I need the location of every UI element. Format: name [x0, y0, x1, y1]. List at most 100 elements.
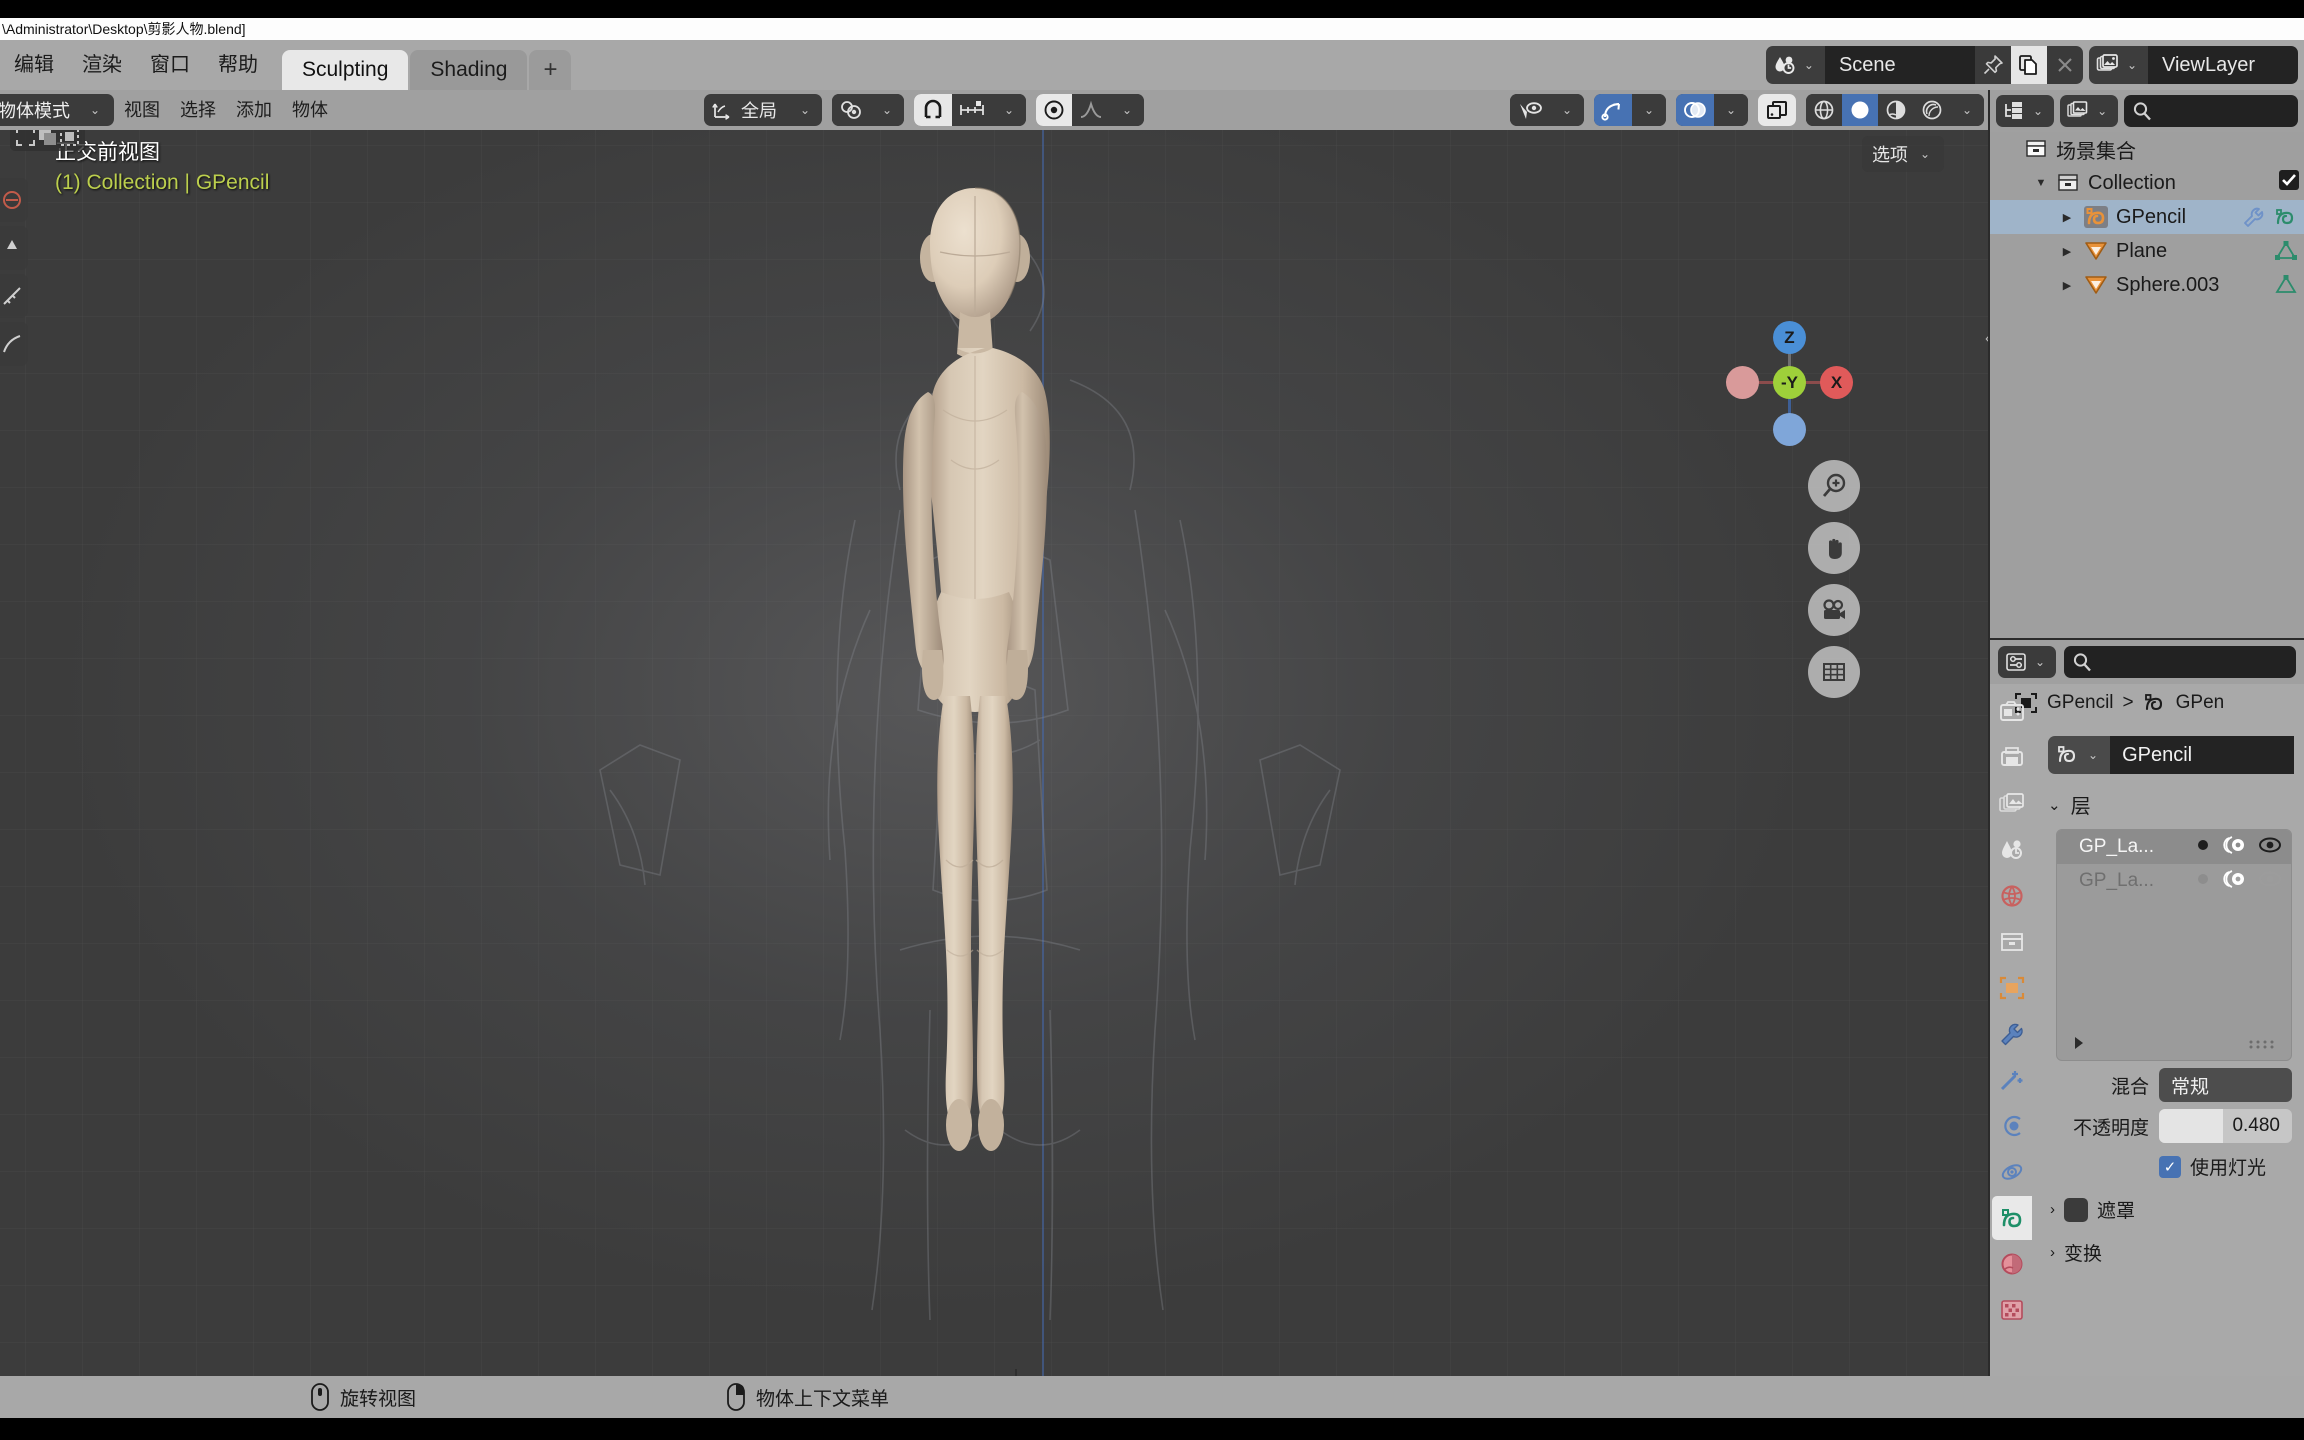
properties-search-input[interactable] [2064, 646, 2296, 678]
mask-subpanel-header[interactable]: › 遮罩 [2050, 1196, 2304, 1223]
menu-edit[interactable]: 编辑 [0, 40, 68, 90]
gizmo-axis-negy[interactable]: -Y [1773, 366, 1806, 399]
outliner-search-input[interactable] [2124, 95, 2298, 127]
snap-icon[interactable] [832, 94, 870, 126]
gizmo-axis-negz[interactable] [1773, 413, 1806, 446]
properties-tab-render[interactable] [1992, 690, 2032, 734]
modifier-wrench-icon[interactable] [2242, 206, 2266, 228]
zoom-icon[interactable] [1808, 460, 1860, 512]
tool-move[interactable] [0, 226, 28, 270]
gpencil-data-icon[interactable]: ⌄ [2048, 736, 2111, 774]
pin-icon[interactable] [1974, 46, 2011, 84]
blend-mode-dropdown[interactable]: 常规 [2159, 1068, 2292, 1102]
expand-triangle[interactable]: ▶ [2058, 211, 2076, 224]
properties-tab-output[interactable] [1992, 736, 2032, 780]
viewport-menu-object[interactable]: 物体 [282, 90, 338, 130]
outliner-row-sphere[interactable]: ▶ Sphere.003 [1990, 268, 2304, 302]
properties-tab-scene[interactable] [1992, 828, 2032, 872]
layer-mask-dot-icon[interactable] [2195, 871, 2211, 892]
layer-row[interactable]: GP_La... [2057, 864, 2291, 898]
scene-selector[interactable]: ⌄ Scene [1765, 46, 2083, 84]
overlays-dropdown[interactable]: ⌄ [1714, 94, 1748, 126]
shading-solid-icon[interactable] [1842, 94, 1878, 126]
properties-tab-world[interactable] [1992, 874, 2032, 918]
grip-dots-icon[interactable] [2247, 1037, 2281, 1055]
opacity-slider[interactable]: 0.480 [2159, 1109, 2292, 1143]
shading-material-icon[interactable] [1878, 94, 1914, 126]
collection-exclude-checkbox[interactable] [2278, 169, 2304, 197]
pan-icon[interactable] [1808, 522, 1860, 574]
proportional-editing-icon[interactable] [1036, 94, 1072, 126]
snap-dropdown[interactable]: ⌄ [870, 94, 904, 126]
mesh-data-icon[interactable] [2274, 240, 2298, 262]
object-types-visibility-icon[interactable] [1510, 94, 1550, 126]
gizmo-icon[interactable] [1594, 94, 1632, 126]
properties-editor[interactable]: ⌄ GPencil > GPen ⌄ GPencil ⌄ 层 GP_La... … [1990, 640, 2304, 1376]
properties-tab-physics[interactable] [1992, 1150, 2032, 1194]
viewlayer-icon[interactable]: ⌄ [2088, 46, 2148, 84]
expand-triangle[interactable]: ▶ [2058, 279, 2076, 292]
outliner-editor[interactable]: ⌄ ⌄ 场景集合 ▼ Collection ▶ GPencil ▶ Plane … [1990, 90, 2304, 640]
use-lights-checkbox[interactable]: ✓ [2159, 1155, 2181, 1178]
3d-viewport[interactable]: 正交前视图 (1) Collection | GPencil 选项 ⌄ Z -Y… [0, 130, 1990, 1376]
properties-editor-type[interactable]: ⌄ [1998, 646, 2057, 678]
outliner-filter[interactable]: ⌄ [2060, 95, 2119, 127]
shading-dropdown[interactable]: ⌄ [1950, 94, 1984, 126]
camera-icon[interactable] [1808, 584, 1860, 636]
layer-name[interactable]: GP_La... [2079, 870, 2185, 892]
outliner-display-mode[interactable]: ⌄ [1996, 95, 2055, 127]
outliner-row-collection[interactable]: ▼ Collection [1990, 166, 2304, 200]
properties-tab-effects[interactable] [1992, 1058, 2032, 1102]
breadcrumb-data-name[interactable]: GPen [2176, 692, 2225, 714]
properties-tab-viewlayer[interactable] [1992, 782, 2032, 826]
gpencil-datablock-selector[interactable]: ⌄ GPencil [2048, 736, 2294, 774]
character-model[interactable] [810, 160, 1230, 1350]
menu-window[interactable]: 窗口 [136, 40, 204, 90]
viewport-menu-view[interactable]: 视图 [114, 90, 170, 130]
outliner-row-scene-collection[interactable]: 场景集合 [1990, 132, 2304, 166]
grid-icon[interactable] [1808, 646, 1860, 698]
gizmo-axis-negx[interactable] [1726, 366, 1759, 399]
shading-wireframe-icon[interactable] [1806, 94, 1842, 126]
snap-increment-icon[interactable] [952, 94, 992, 126]
tool-annotate[interactable] [0, 322, 28, 366]
viewport-menu-select[interactable]: 选择 [170, 90, 226, 130]
expand-triangle[interactable]: ▶ [2058, 245, 2076, 258]
properties-tab-object[interactable] [1992, 966, 2032, 1010]
breadcrumb-object-name[interactable]: GPencil [2047, 692, 2114, 714]
scene-icon[interactable]: ⌄ [1765, 46, 1825, 84]
properties-tab-data[interactable] [1992, 1196, 2032, 1240]
visibility-dropdown[interactable]: ⌄ [1550, 94, 1584, 126]
menu-help[interactable]: 帮助 [204, 40, 272, 90]
properties-tab-texture[interactable] [1992, 1288, 2032, 1332]
unlink-scene-icon[interactable] [2046, 46, 2083, 84]
magnet-icon[interactable] [914, 94, 952, 126]
gizmo-axis-z[interactable]: Z [1773, 321, 1806, 354]
tool-tweak[interactable] [0, 178, 28, 222]
xray-icon[interactable] [1758, 94, 1796, 126]
select-tweak-icon[interactable] [16, 130, 35, 146]
select-box-icon[interactable] [38, 130, 57, 146]
duplicate-icon[interactable] [2010, 46, 2047, 84]
properties-tab-particles[interactable] [1992, 1104, 2032, 1148]
gizmo-axis-x[interactable]: X [1820, 366, 1853, 399]
expand-arrow-icon[interactable] [2071, 1035, 2087, 1056]
viewport-menu-add[interactable]: 添加 [226, 90, 282, 130]
menu-render[interactable]: 渲染 [68, 40, 136, 90]
layer-row[interactable]: GP_La... [2057, 830, 2291, 864]
mode-selector[interactable]: 物体模式 ⌄ [0, 94, 114, 126]
snap-dropdown-2[interactable]: ⌄ [992, 94, 1026, 126]
properties-tab-collection[interactable] [1992, 920, 2032, 964]
layer-name[interactable]: GP_La... [2079, 836, 2185, 858]
properties-tab-material[interactable] [1992, 1242, 2032, 1286]
workspace-tab-sculpting[interactable]: Sculpting [282, 50, 409, 90]
onion-skin-icon[interactable] [2221, 869, 2247, 894]
eye-open-icon[interactable] [2257, 835, 2283, 860]
overlays-icon[interactable] [1676, 94, 1714, 126]
gpencil-data-icon[interactable] [2274, 206, 2298, 228]
tool-measure[interactable] [0, 274, 28, 318]
expand-triangle-expanded[interactable]: ▼ [2032, 177, 2050, 189]
mask-color-swatch[interactable] [2064, 1197, 2088, 1222]
onion-skin-icon[interactable] [2221, 835, 2247, 860]
viewport-options-dropdown[interactable]: 选项 ⌄ [1861, 136, 1944, 172]
